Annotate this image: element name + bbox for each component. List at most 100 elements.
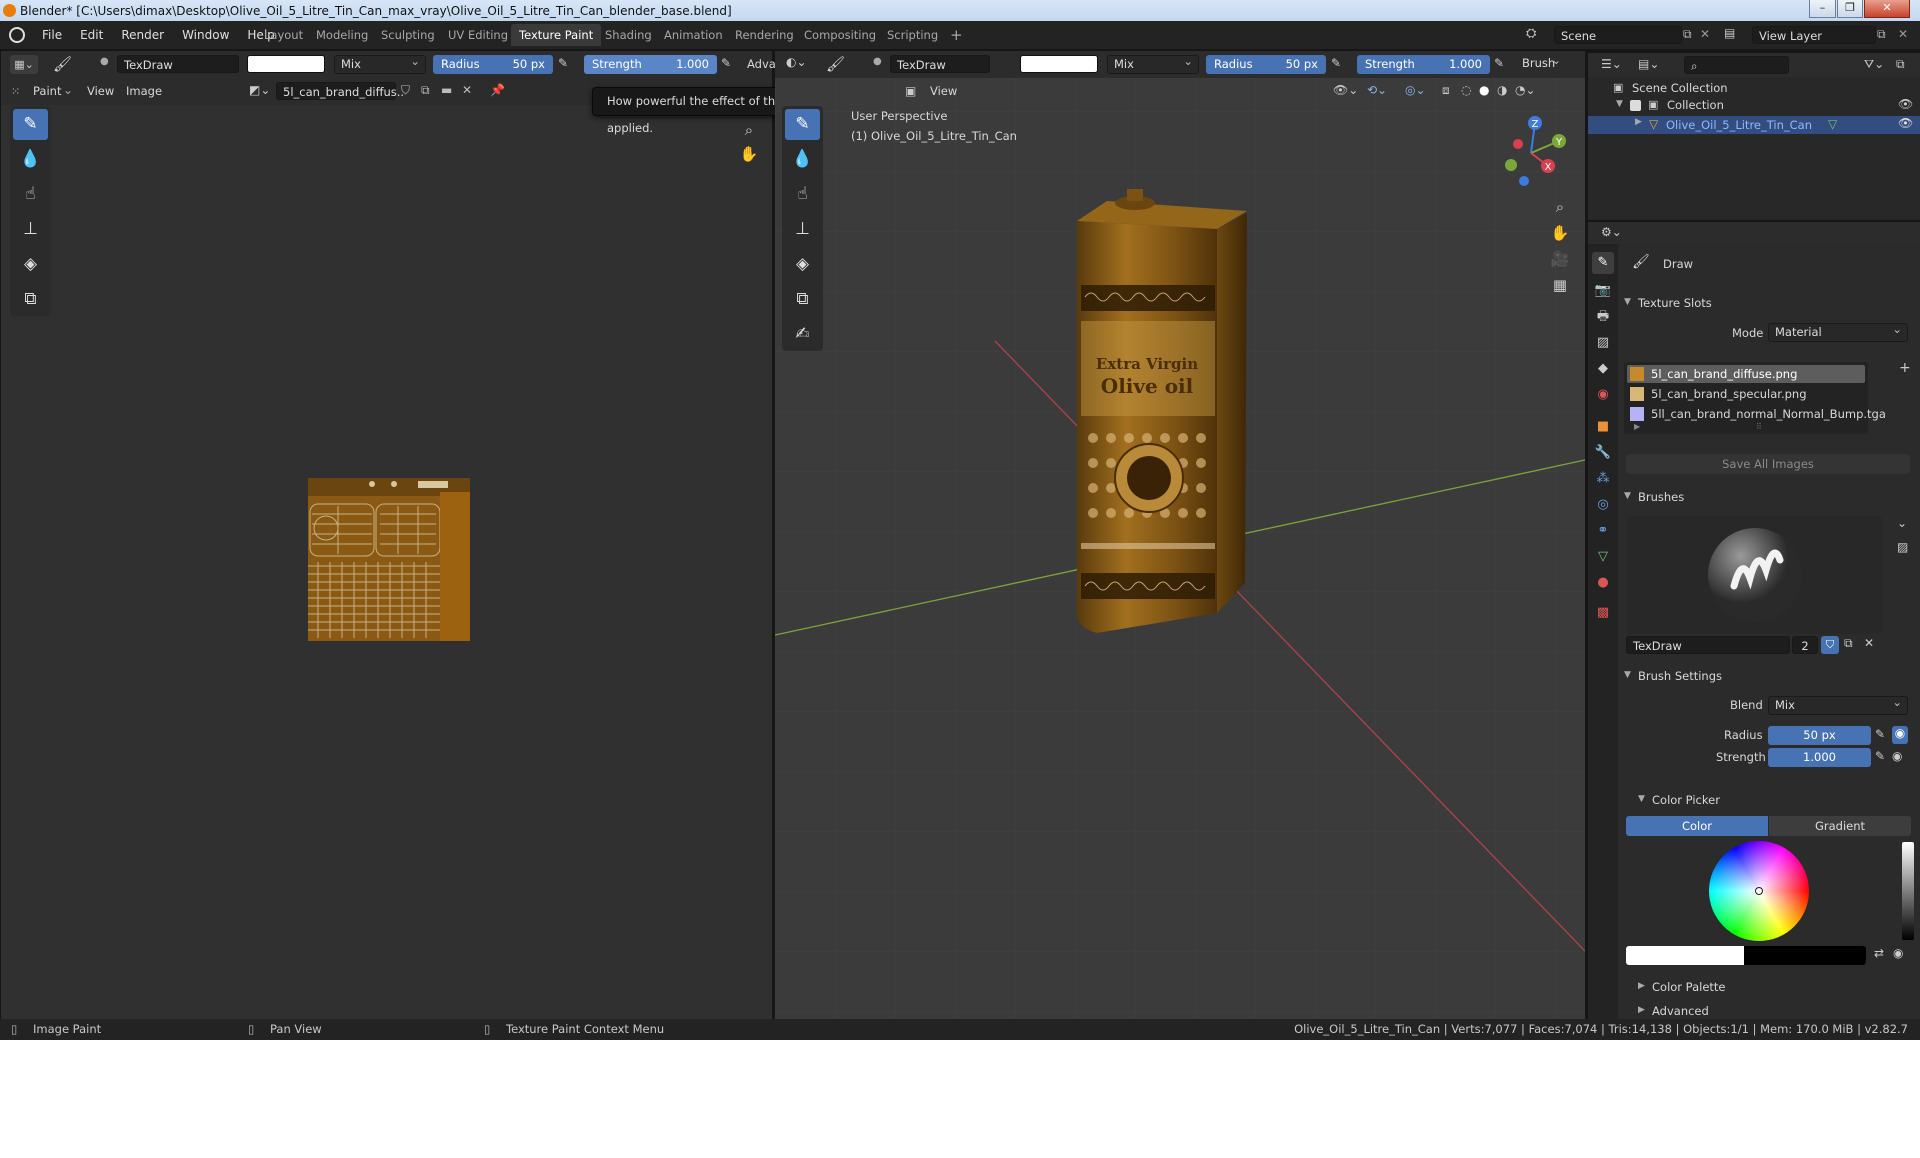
add-slot-button[interactable]: + bbox=[1899, 360, 1911, 376]
menu-edit[interactable]: Edit bbox=[71, 28, 112, 42]
brush-image-icon[interactable]: ▨ bbox=[1897, 540, 1908, 554]
solid-shading-icon[interactable]: ● bbox=[1479, 83, 1489, 97]
rendered-shading-icon[interactable]: ◔⌄ bbox=[1515, 83, 1536, 97]
toggle-ortho-icon[interactable]: ▦ bbox=[1548, 273, 1572, 297]
constraints-tab-icon[interactable]: ⚭ bbox=[1592, 520, 1614, 542]
brush-preview-box[interactable] bbox=[1626, 516, 1882, 634]
image-name-field[interactable]: 5l_can_brand_diffus.. bbox=[276, 82, 404, 100]
swap-colors-icon[interactable]: ⇄ bbox=[1874, 946, 1884, 960]
texture-tab-icon[interactable]: ▩ bbox=[1592, 602, 1614, 624]
scene-tab-icon[interactable]: ◆ bbox=[1592, 358, 1614, 380]
pin-icon[interactable]: 📌 bbox=[490, 83, 505, 97]
gradient-tab[interactable]: Gradient bbox=[1769, 816, 1911, 836]
brush-radius-slider[interactable]: 50 px bbox=[1768, 726, 1871, 745]
overlay-toggle-icon[interactable]: ◎⌄ bbox=[1405, 83, 1426, 97]
brushes-collapse-icon[interactable]: ▼ bbox=[1624, 491, 1631, 501]
tab-uv-editing[interactable]: UV Editing bbox=[440, 24, 516, 46]
scene-selector[interactable]: Scene bbox=[1554, 26, 1682, 44]
list-resize-handle[interactable]: ⠿ bbox=[1756, 422, 1762, 431]
draw-tool-icon[interactable]: ✎ bbox=[13, 109, 48, 140]
3d-viewport[interactable]: ◐⌄ 🖌 ● TexDraw Mix Radius50 px ✎ Strengt… bbox=[775, 51, 1585, 1019]
outliner-search-input[interactable]: ⌕ bbox=[1684, 56, 1789, 74]
object-expand-icon[interactable]: ▶ bbox=[1635, 117, 1642, 127]
physics-tab-icon[interactable]: ◎ bbox=[1592, 494, 1614, 516]
collection-visibility-icon[interactable]: 👁 bbox=[1898, 97, 1913, 111]
object-tab-icon[interactable]: ■ bbox=[1592, 416, 1614, 438]
brush-menu[interactable]: Brush bbox=[1516, 52, 1566, 74]
annotate-tool-icon[interactable]: ✍ bbox=[785, 319, 820, 350]
particles-tab-icon[interactable]: ⁂ bbox=[1592, 468, 1614, 490]
viewport-radius-slider[interactable]: Radius 50 px bbox=[1206, 55, 1326, 74]
smear-tool-icon[interactable]: ☝ bbox=[13, 179, 48, 210]
brush-blend-dropdown[interactable]: Mix bbox=[1768, 694, 1908, 715]
soften-tool-icon[interactable]: 💧 bbox=[13, 144, 48, 175]
tab-modeling[interactable]: Modeling bbox=[308, 24, 376, 46]
viewport-clone-tool-icon[interactable]: ⊥ bbox=[785, 214, 820, 245]
viewport-mode-icon[interactable]: ▣ bbox=[905, 84, 916, 98]
scene-collection-label[interactable]: Scene Collection bbox=[1632, 81, 1728, 95]
blender-menu-icon[interactable] bbox=[9, 27, 25, 43]
strength-pressure-icon[interactable]: ✎ bbox=[721, 56, 731, 70]
tool-tab-icon[interactable]: ✎ bbox=[1592, 252, 1614, 274]
output-tab-icon[interactable]: 🖶 bbox=[1592, 306, 1614, 328]
list-expand-icon[interactable]: ▶ bbox=[1634, 422, 1640, 431]
advanced-expand-icon[interactable]: ▶ bbox=[1638, 1005, 1645, 1015]
mode-dropdown[interactable]: Paint bbox=[33, 84, 61, 98]
menu-window[interactable]: Window bbox=[173, 28, 238, 42]
collection-checkbox[interactable] bbox=[1630, 100, 1641, 111]
radius-pen-icon[interactable]: ✎ bbox=[1875, 727, 1885, 741]
image-browse-icon[interactable]: ◩⌄ bbox=[249, 83, 270, 97]
unlink-brush-icon[interactable]: ✕ bbox=[1864, 636, 1874, 650]
color-wheel[interactable] bbox=[1709, 841, 1809, 941]
unified-color-icon[interactable]: ◉ bbox=[1893, 946, 1903, 960]
color-palette-header[interactable]: Color Palette bbox=[1652, 980, 1726, 994]
advanced-header[interactable]: Advanced bbox=[1652, 1004, 1709, 1018]
menu-render[interactable]: Render bbox=[112, 28, 173, 42]
color-picker-collapse-icon[interactable]: ▼ bbox=[1638, 794, 1645, 804]
tab-texture-paint[interactable]: Texture Paint bbox=[511, 24, 602, 46]
viewport-strength-slider[interactable]: Strength 1.000 bbox=[1357, 55, 1490, 74]
radius-unit-icon[interactable]: ◉ bbox=[1892, 726, 1908, 744]
color-picker-header[interactable]: Color Picker bbox=[1652, 793, 1720, 807]
world-tab-icon[interactable]: ◉ bbox=[1592, 384, 1614, 406]
tab-sculpting[interactable]: Sculpting bbox=[373, 24, 443, 46]
viewport-strength-pressure-icon[interactable]: ✎ bbox=[1494, 56, 1504, 70]
secondary-color-swatch[interactable] bbox=[1744, 946, 1866, 965]
brushes-header[interactable]: Brushes bbox=[1638, 490, 1684, 504]
tab-layout[interactable]: Layout bbox=[256, 24, 311, 46]
texture-image[interactable] bbox=[308, 478, 470, 641]
remove-scene-icon[interactable]: ✕ bbox=[1700, 27, 1710, 41]
viewport-zoom-icon[interactable]: ⌕ bbox=[1548, 195, 1572, 219]
object-label[interactable]: Olive_Oil_5_Litre_Tin_Can bbox=[1666, 118, 1812, 132]
view-layer-icon[interactable]: ▤ bbox=[1724, 26, 1735, 40]
list-item[interactable]: 5l_can_brand_specular.png bbox=[1627, 385, 1865, 403]
viewport-brush-name-field[interactable]: TexDraw bbox=[890, 55, 990, 73]
duplicate-brush-icon[interactable]: ⧉ bbox=[1844, 636, 1853, 651]
view-menu[interactable]: View bbox=[87, 84, 114, 98]
list-item[interactable]: 5ll_can_brand_normal_Normal_Bump.tga bbox=[1627, 405, 1886, 423]
viewport-editor-type-icon[interactable]: ◐⌄ bbox=[786, 55, 807, 69]
render-tab-icon[interactable]: 📷 bbox=[1592, 280, 1614, 302]
radius-slider[interactable]: Radius 50 px bbox=[433, 55, 553, 74]
editor-type-icon[interactable]: ▦⌄ bbox=[10, 55, 38, 74]
fill-tool-icon[interactable]: ◈ bbox=[13, 249, 48, 280]
new-collection-icon[interactable]: ⧉ bbox=[1896, 57, 1905, 72]
viewport-pan-icon[interactable]: ✋ bbox=[1548, 221, 1572, 245]
viewport-fill-tool-icon[interactable]: ◈ bbox=[785, 249, 820, 280]
value-slider[interactable] bbox=[1902, 842, 1914, 940]
open-image-icon[interactable]: ▬ bbox=[441, 83, 452, 97]
view-layer-tab-icon[interactable]: ▨ bbox=[1592, 332, 1614, 354]
viewport-brush-tool-icon[interactable]: 🖌 bbox=[826, 55, 845, 73]
brush-browse-chevron-icon[interactable]: ⌄ bbox=[1897, 516, 1907, 530]
pan-hand-icon[interactable]: ✋ bbox=[737, 142, 761, 166]
advanced-menu[interactable]: Adva bbox=[747, 57, 776, 71]
brush-browse-icon[interactable]: ● bbox=[100, 56, 109, 67]
gizmo-toggle-icon[interactable]: ⟲⌄ bbox=[1367, 83, 1387, 97]
viewport-view-menu[interactable]: View bbox=[930, 84, 957, 98]
brush-tool-icon[interactable]: 🖌 bbox=[53, 55, 72, 73]
modifier-tab-icon[interactable]: 🔧 bbox=[1592, 442, 1614, 464]
outliner-editor-type-icon[interactable]: ☰⌄ bbox=[1601, 57, 1622, 71]
view-layer-selector[interactable]: View Layer bbox=[1752, 26, 1876, 44]
tab-rendering[interactable]: Rendering bbox=[727, 24, 802, 46]
visibility-icon[interactable]: 👁⌄ bbox=[1333, 83, 1358, 97]
